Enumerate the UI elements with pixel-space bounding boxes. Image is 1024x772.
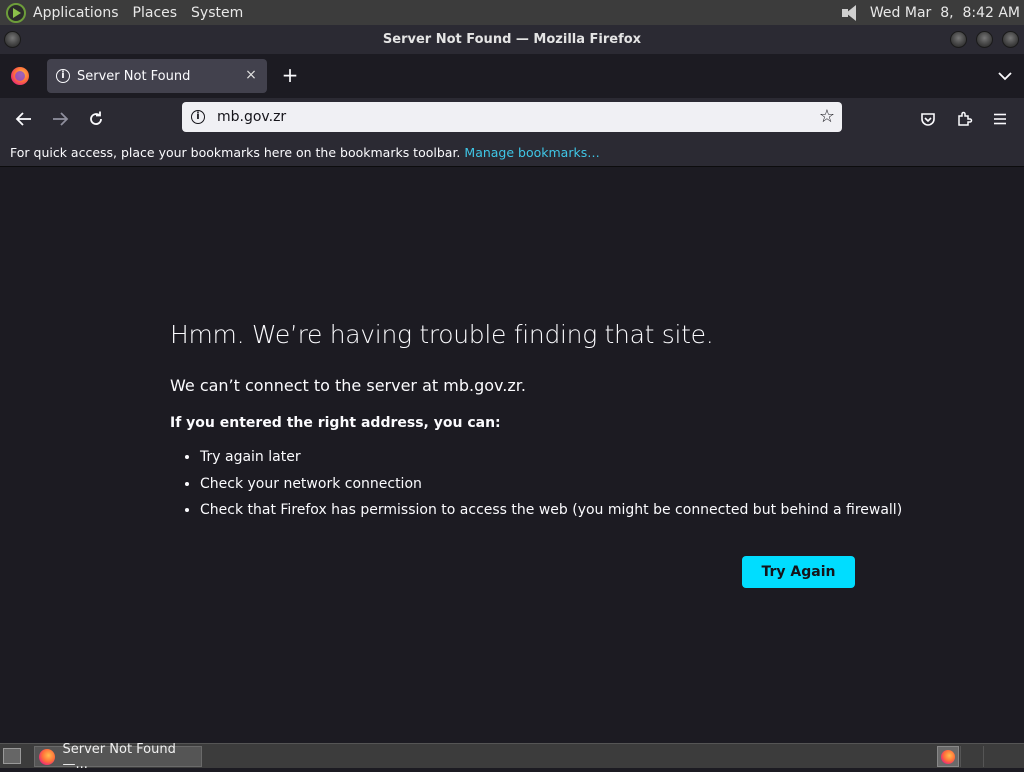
system-panel: Applications Places System Wed Mar 8, 8:… <box>0 0 1024 25</box>
tab-close-icon[interactable]: × <box>243 67 259 83</box>
window-menu-button[interactable] <box>4 31 21 48</box>
bookmarks-empty-message: For quick access, place your bookmarks h… <box>10 145 461 160</box>
taskbar-window-button[interactable]: Server Not Found —... <box>34 742 202 772</box>
workspace-switcher-1[interactable] <box>937 746 959 767</box>
applications-menu[interactable]: Applications <box>26 5 126 21</box>
maximize-button[interactable] <box>976 31 993 48</box>
page-content: Hmm. We’re having trouble finding that s… <box>0 168 1024 743</box>
pocket-button[interactable] <box>915 106 941 132</box>
tab-label: Server Not Found <box>77 68 191 84</box>
arrow-right-icon <box>53 112 69 126</box>
firefox-view-icon[interactable] <box>11 67 29 85</box>
list-all-tabs-icon[interactable] <box>996 67 1014 85</box>
forward-button[interactable] <box>47 106 73 132</box>
try-again-button[interactable]: Try Again <box>742 556 855 588</box>
close-window-button[interactable] <box>1002 31 1019 48</box>
reload-icon <box>90 111 102 125</box>
workspace-switcher-3[interactable] <box>983 746 1005 767</box>
firefox-icon <box>39 748 55 765</box>
url-input[interactable]: mb.gov.zr <box>217 109 286 125</box>
workspace-switcher-2[interactable] <box>960 746 982 767</box>
error-description: We can’t connect to the server at mb.gov… <box>170 376 526 395</box>
app-menu-button[interactable] <box>987 106 1013 132</box>
manage-bookmarks-link[interactable]: Manage bookmarks… <box>464 145 599 160</box>
error-title: Hmm. We’re having trouble finding that s… <box>170 320 714 349</box>
bookmark-star-icon[interactable]: ☆ <box>819 107 835 127</box>
distro-logo-icon[interactable] <box>6 2 26 23</box>
extensions-button[interactable] <box>951 106 977 132</box>
firefox-icon <box>941 749 955 764</box>
window-title: Server Not Found — Mozilla Firefox <box>382 32 642 47</box>
site-info-icon[interactable]: i <box>191 110 205 124</box>
list-item: Try again later <box>200 448 902 475</box>
suggestion-list: Try again later Check your network conne… <box>170 448 902 528</box>
page-info-icon: i <box>56 69 70 83</box>
navigation-toolbar: i mb.gov.zr ☆ <box>0 98 1024 139</box>
error-subheading: If you entered the right address, you ca… <box>170 415 501 431</box>
taskbar-window-label: Server Not Found —... <box>62 741 176 772</box>
url-bar[interactable]: i mb.gov.zr ☆ <box>182 102 842 132</box>
arrow-left-icon <box>15 112 31 126</box>
pocket-icon <box>921 113 935 126</box>
reload-button[interactable] <box>83 106 109 132</box>
tab-server-not-found[interactable]: i Server Not Found × <box>47 59 267 93</box>
tab-strip: i Server Not Found × + <box>0 54 1024 98</box>
puzzle-icon <box>958 111 973 126</box>
hamburger-icon <box>994 113 1006 125</box>
list-item: Check that Firefox has permission to acc… <box>200 501 902 528</box>
bookmarks-toolbar: For quick access, place your bookmarks h… <box>0 139 1024 167</box>
volume-icon[interactable] <box>840 4 862 22</box>
system-menu[interactable]: System <box>184 5 250 21</box>
window-titlebar[interactable]: Server Not Found — Mozilla Firefox <box>0 25 1024 54</box>
taskbar: Server Not Found —... <box>0 742 1024 772</box>
clock[interactable]: Wed Mar 8, 8:42 AM <box>870 5 1024 21</box>
back-button[interactable] <box>11 106 37 132</box>
list-item: Check your network connection <box>200 475 902 502</box>
new-tab-button[interactable]: + <box>280 65 300 86</box>
show-desktop-icon[interactable] <box>3 748 21 764</box>
minimize-button[interactable] <box>950 31 967 48</box>
places-menu[interactable]: Places <box>126 5 185 21</box>
